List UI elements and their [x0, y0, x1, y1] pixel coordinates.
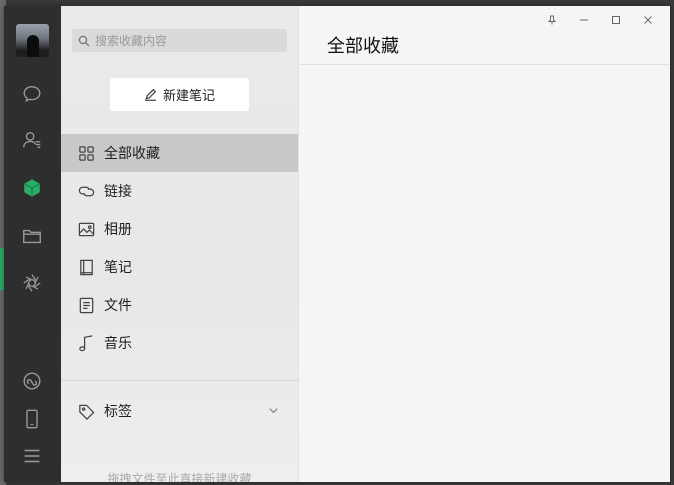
folder-icon[interactable]	[20, 224, 44, 248]
favorites-icon[interactable]	[20, 176, 44, 200]
image-icon	[78, 222, 95, 236]
page-title: 全部收藏	[327, 36, 399, 56]
music-icon	[79, 334, 93, 351]
new-note-label: 新建笔记	[162, 88, 215, 103]
menu-item-links[interactable]: 链接	[61, 172, 298, 210]
menu-item-album[interactable]: 相册	[61, 210, 298, 248]
chevron-down-icon[interactable]	[267, 404, 280, 417]
window-controls	[536, 10, 664, 30]
miniprogram-icon[interactable]	[20, 369, 44, 393]
menu-item-label: 链接	[104, 183, 132, 199]
menu-item-label: 音乐	[104, 335, 132, 351]
menu-icon[interactable]	[20, 444, 44, 468]
pin-icon	[547, 15, 557, 25]
contacts-icon[interactable]	[20, 128, 44, 152]
pen-icon	[144, 88, 157, 101]
minimize-button[interactable]	[568, 10, 600, 30]
close-icon	[644, 16, 652, 24]
content-header: 全部收藏	[299, 6, 670, 65]
menu-item-label: 文件	[104, 297, 132, 313]
search-box[interactable]	[72, 29, 287, 52]
avatar[interactable]	[16, 24, 49, 57]
icon-rail	[4, 6, 61, 482]
favorites-window: 新建笔记 全部收藏 链接 相册 笔记 文件	[4, 6, 670, 482]
minimize-icon	[580, 19, 588, 21]
menu-item-label: 全部收藏	[104, 145, 160, 161]
link-icon	[78, 186, 95, 196]
new-note-button[interactable]: 新建笔记	[110, 78, 249, 111]
menu-item-all[interactable]: 全部收藏	[61, 134, 298, 172]
search-input[interactable]	[95, 33, 275, 48]
notebook-icon	[80, 259, 93, 275]
pin-button[interactable]	[536, 10, 568, 30]
divider	[61, 380, 298, 381]
tag-icon	[79, 404, 95, 420]
menu-item-music[interactable]: 音乐	[61, 324, 298, 362]
close-button[interactable]	[632, 10, 664, 30]
content-area: 全部收藏	[298, 6, 670, 482]
menu-item-notes[interactable]: 笔记	[61, 248, 298, 286]
tags-section[interactable]: 标签	[61, 394, 298, 428]
maximize-icon	[612, 16, 620, 24]
tags-label: 标签	[104, 403, 132, 419]
grid-icon	[79, 145, 94, 161]
chat-icon[interactable]	[20, 82, 44, 106]
search-icon	[78, 35, 90, 46]
favorites-nav-panel: 新建笔记 全部收藏 链接 相册 笔记 文件	[61, 6, 298, 482]
menu-item-label: 笔记	[104, 259, 132, 275]
maximize-button[interactable]	[600, 10, 632, 30]
phone-icon[interactable]	[20, 407, 44, 431]
category-menu: 全部收藏 链接 相册 笔记 文件 音乐	[61, 134, 298, 362]
file-icon	[79, 297, 94, 313]
drop-hint: 拖拽文件至此直接新建收藏	[107, 472, 252, 482]
menu-item-label: 相册	[104, 221, 132, 237]
moments-icon[interactable]	[20, 271, 44, 295]
menu-item-files[interactable]: 文件	[61, 286, 298, 324]
